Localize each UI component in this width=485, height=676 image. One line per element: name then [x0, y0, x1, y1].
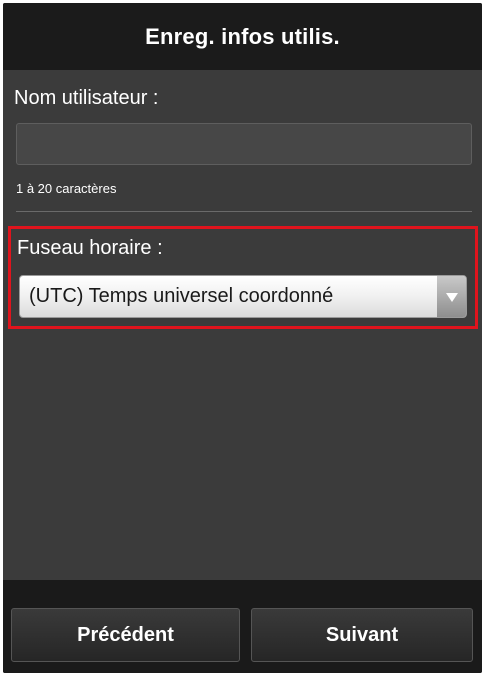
triangle-down-icon[interactable]	[437, 276, 466, 317]
previous-button[interactable]: Précédent	[11, 608, 240, 662]
username-input[interactable]	[16, 123, 472, 165]
username-label: Nom utilisateur :	[14, 87, 159, 109]
page-title: Enreg. infos utilis.	[145, 23, 340, 49]
timezone-selected-value: (UTC) Temps universel coordonné	[29, 285, 334, 307]
timezone-highlight-box: Fuseau horaire : (UTC) Temps universel c…	[8, 226, 478, 329]
next-button[interactable]: Suivant	[251, 608, 473, 662]
footer-bar: Précédent Suivant	[3, 580, 482, 673]
header-bar: Enreg. infos utilis.	[3, 3, 482, 70]
app-screen: Enreg. infos utilis. Nom utilisateur : 1…	[3, 3, 482, 673]
triangle-down-icon-shape	[445, 292, 458, 302]
section-divider	[16, 211, 472, 212]
timezone-label: Fuseau horaire :	[17, 237, 163, 259]
username-hint: 1 à 20 caractères	[16, 181, 117, 196]
timezone-select[interactable]: (UTC) Temps universel coordonné	[19, 275, 467, 318]
form-area: Nom utilisateur : 1 à 20 caractères Fuse…	[3, 70, 482, 580]
